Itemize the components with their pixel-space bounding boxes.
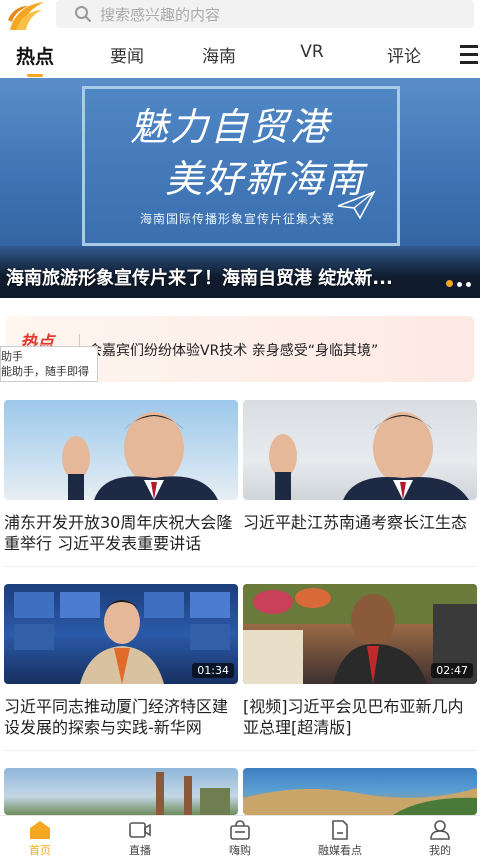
news-card[interactable]: 01:34 习近平同志推动厦门经济特区建设发展的探索与实践-新华网 [4,584,238,738]
news-caption[interactable]: 习近平同志推动厦门经济特区建设发展的探索与实践-新华网 [4,696,238,738]
tab-hainan[interactable]: 海南 [184,42,254,67]
carousel-dots [446,272,475,291]
home-icon [30,821,50,839]
paper-plane-icon [337,190,376,220]
app-logo-icon[interactable] [6,0,46,32]
news-caption[interactable]: 习近平赴江苏南通考察长江生态 [243,512,477,533]
menu-icon[interactable] [460,45,478,65]
news-card[interactable] [243,768,477,815]
nav-home[interactable]: 首页 [0,820,80,858]
nav-profile[interactable]: 我的 [400,820,480,858]
video-duration: 02:47 [431,663,473,678]
carousel-dot-active[interactable] [446,280,453,287]
search-icon [75,6,91,22]
media-icon [332,820,348,840]
banner-calligraphy-1: 魅力自贸港 [130,105,331,149]
shop-icon [230,820,250,840]
news-caption[interactable]: 浦东开发开放30周年庆祝大会隆重举行 习近平发表重要讲话 [4,512,238,554]
search-bar[interactable]: 搜索感兴趣的内容 [56,0,474,28]
city-illustration [156,772,230,815]
news-thumbnail[interactable]: 01:34 [4,584,238,684]
category-tabs: 热点 要闻 海南 VR 评论 [0,36,480,78]
tab-vr[interactable]: VR [277,42,347,62]
tab-news[interactable]: 要闻 [92,42,162,67]
news-caption[interactable]: [视频]习近平会见巴布亚新几内亚总理[超清版] [243,696,477,738]
news-thumbnail[interactable]: 02:47 [243,584,477,684]
banner-subtitle: 海南国际传播形象宣传片征集大赛 [140,212,336,226]
news-thumbnail[interactable] [243,400,477,500]
profile-icon [430,820,450,840]
nav-live[interactable]: 直播 [100,820,180,858]
banner-headline[interactable]: 海南旅游形象宣传片来了！海南自贸港 绽放新... [6,264,393,290]
row-divider [4,566,476,567]
news-card[interactable] [4,768,238,815]
portrait-illustration [269,412,469,500]
hot-headline[interactable]: 会嘉宾们纷纷体验VR技术 亲身感受“身临其境” [88,340,378,360]
nav-home-label: 首页 [29,844,51,857]
banner-calligraphy-2: 美好新海南 [165,157,366,201]
tooltip-line-1: 助手 [1,350,23,363]
carousel-dot[interactable] [466,282,471,287]
nav-live-label: 直播 [129,844,151,857]
news-thumbnail[interactable] [4,768,238,815]
search-placeholder: 搜索感兴趣的内容 [100,6,221,24]
news-card[interactable]: 浦东开发开放30周年庆祝大会隆重举行 习近平发表重要讲话 [4,400,238,554]
video-duration: 01:34 [192,663,234,678]
tooltip-line-2: 能助手，随手即得 [1,365,89,378]
nav-profile-label: 我的 [429,844,451,857]
nav-media-label: 融媒看点 [318,844,362,857]
bottom-navigation: 首页 直播 嗨购 融媒看点 我的 [0,815,480,859]
news-card[interactable]: 习近平赴江苏南通考察长江生态 [243,400,477,533]
carousel-dot[interactable] [457,282,462,287]
news-thumbnail[interactable] [243,768,477,815]
top-bar: 搜索感兴趣的内容 [0,0,480,36]
coast-illustration [243,788,477,815]
tab-comment[interactable]: 评论 [369,42,439,67]
tab-active-indicator [27,74,43,77]
live-icon [129,822,151,838]
nav-shop[interactable]: 嗨购 [200,820,280,858]
news-thumbnail[interactable] [4,400,238,500]
nav-media[interactable]: 融媒看点 [300,820,380,858]
portrait-illustration [62,412,218,500]
nav-shop-label: 嗨购 [229,844,251,857]
row-divider [4,750,476,751]
tab-hot[interactable]: 热点 [0,42,70,69]
assistant-tooltip[interactable]: 助手 能助手，随手即得 [0,346,98,382]
news-card[interactable]: 02:47 [视频]习近平会见巴布亚新几内亚总理[超清版] [243,584,477,738]
